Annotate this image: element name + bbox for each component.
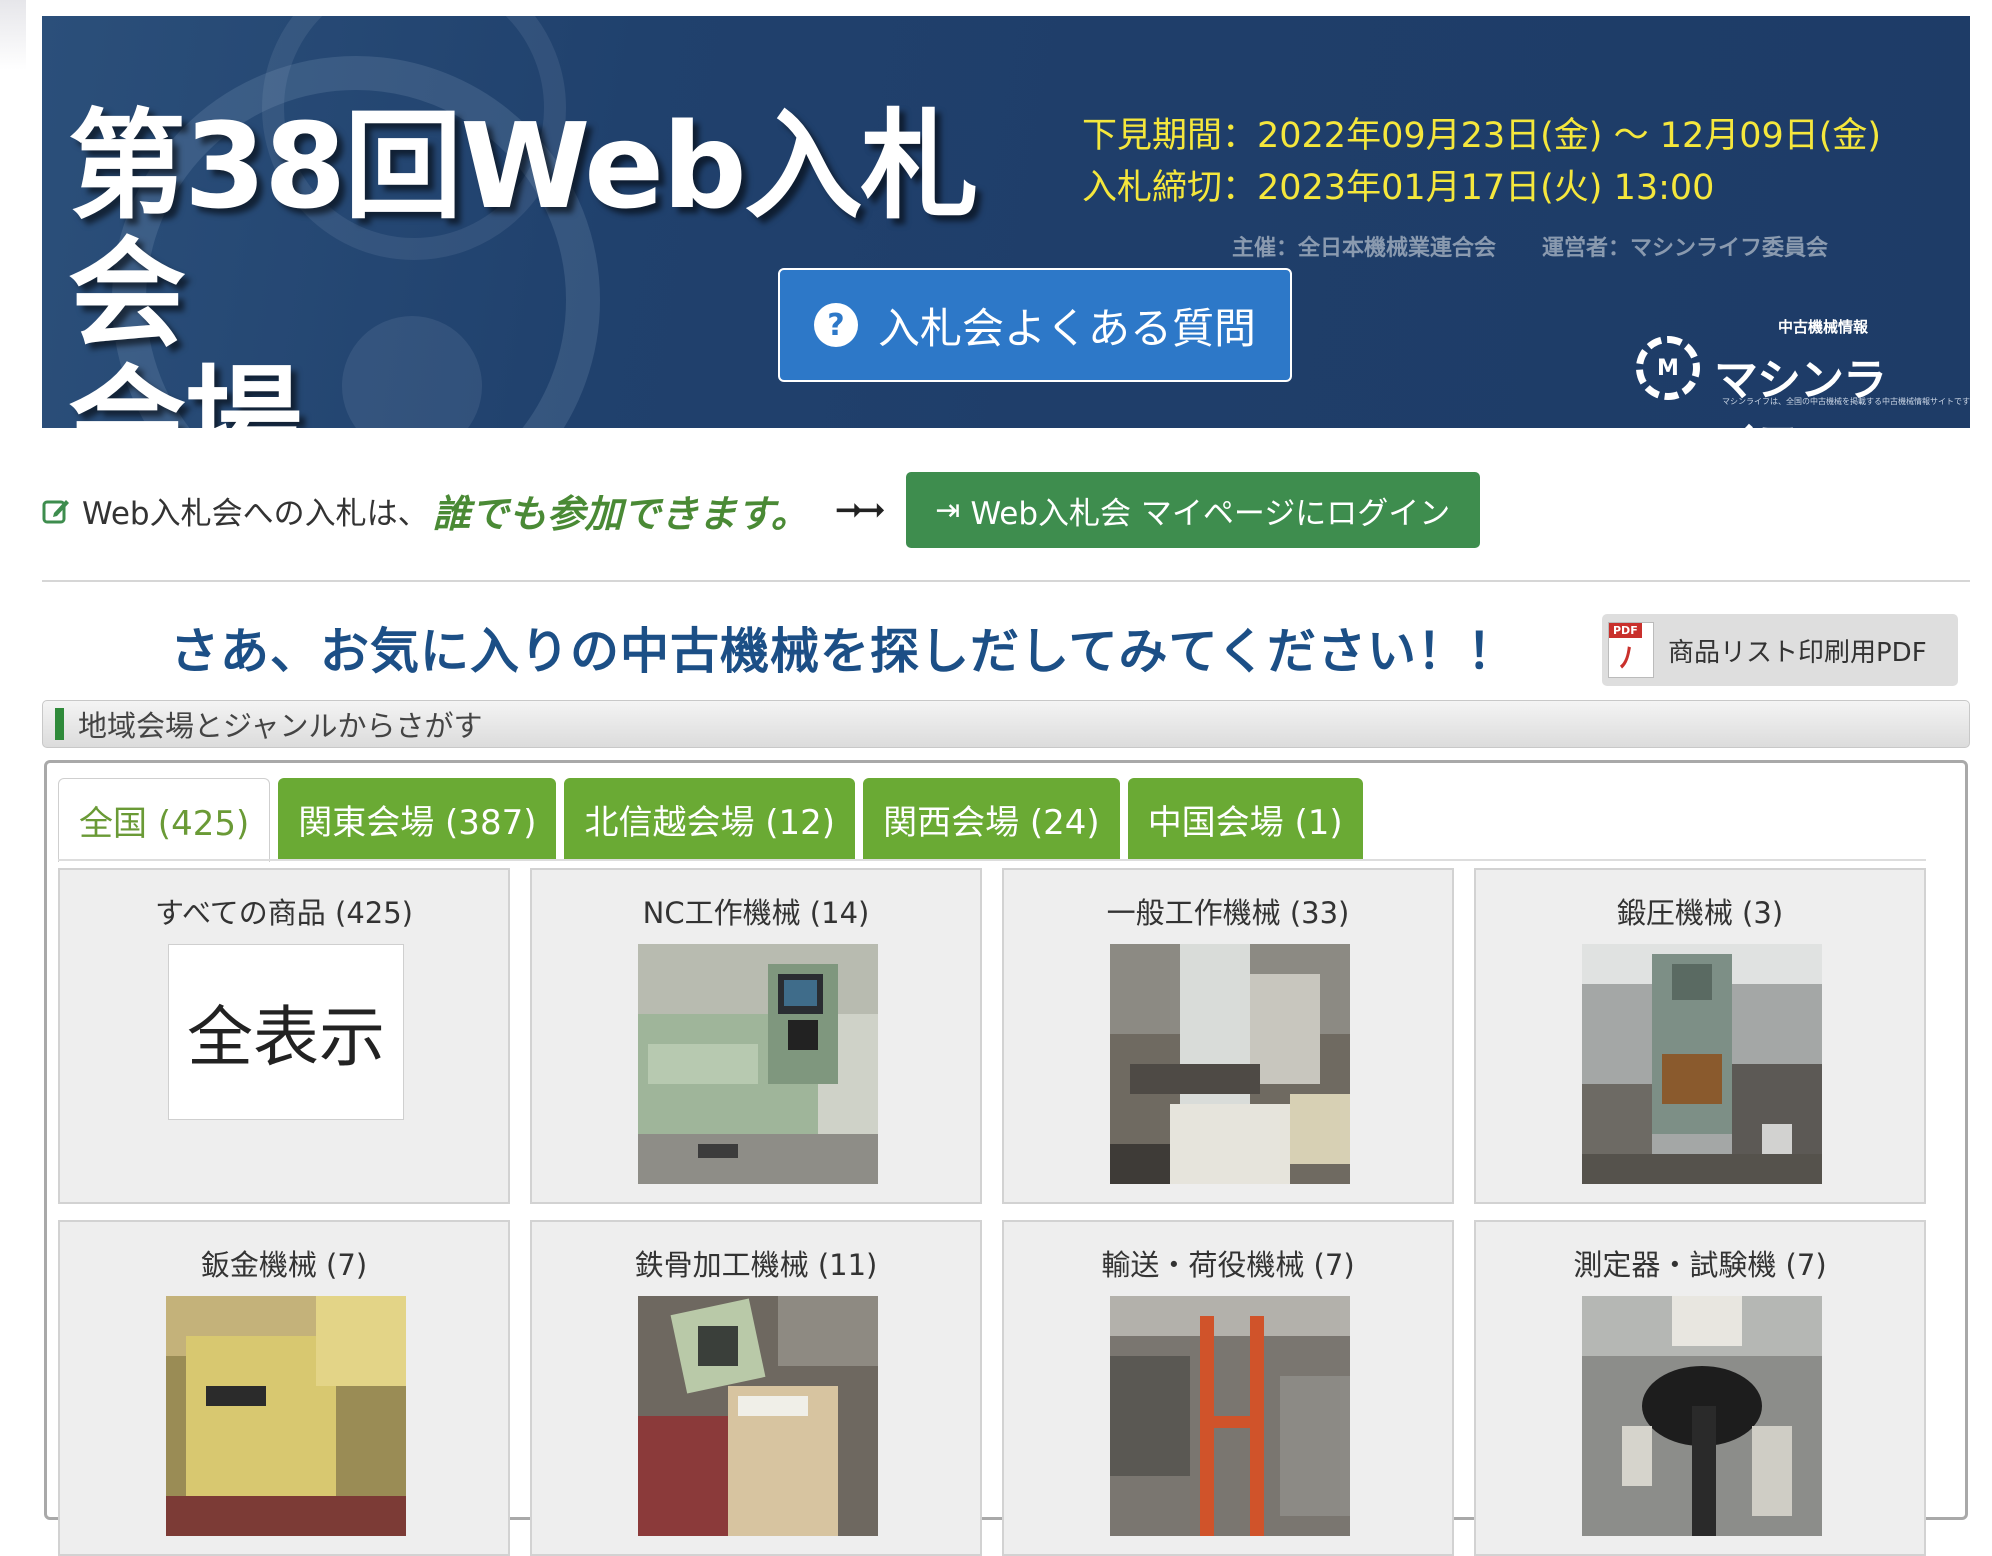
bid-deadline: 入札締切：2023年01月17日(火) 13:00 — [1082, 168, 1715, 208]
left-edge — [0, 0, 26, 1504]
category-card-transport[interactable]: 輸送・荷役機械 (7) — [1002, 1220, 1454, 1556]
pdf-list-button[interactable]: PDF ﾉ 商品リスト印刷用PDF — [1602, 614, 1958, 686]
show-all-thumbnail[interactable]: 全表示 — [168, 944, 404, 1120]
login-button-label: Web入札会 マイページにログイン — [970, 495, 1451, 532]
faq-button[interactable]: ? 入札会よくある質問 — [778, 268, 1292, 382]
login-intro-text: Web入札会への入札は、 — [82, 495, 429, 532]
preview-period: 下見期間：2022年09月23日(金) 〜 12月09日(金) — [1082, 116, 1882, 156]
category-card-sheet-metal[interactable]: 鈑金機械 (7) — [58, 1220, 510, 1556]
edit-icon — [42, 500, 69, 524]
category-title: 鉄骨加工機械 (11) — [634, 1248, 878, 1282]
arrow-right-icon: ➞➞ — [834, 490, 886, 530]
faq-button-label: 入札会よくある質問 — [877, 303, 1256, 353]
tab-kanto[interactable]: 関東会場 (387) — [278, 778, 557, 860]
login-row: Web入札会への入札は、 誰でも参加できます。 ➞➞ ⇥ Web入札会 マイペー… — [42, 472, 1522, 548]
press-machine-photo[interactable] — [1582, 944, 1822, 1184]
organizer-text: 主催：全日本機械業連合会 — [1232, 236, 1497, 261]
measuring-device-photo[interactable] — [1582, 1296, 1822, 1536]
pdf-icon: PDF ﾉ — [1608, 622, 1654, 678]
banner-schedule: 下見期間：2022年09月23日(金) 〜 12月09日(金) 入札締切：202… — [1082, 110, 1881, 214]
category-title: NC工作機械 (14) — [642, 896, 870, 930]
page-headline: さあ、お気に入りの中古機械を探しだしてみてください！！ — [170, 623, 1518, 680]
sheet-metal-photo[interactable] — [166, 1296, 406, 1536]
divider — [42, 580, 1970, 582]
question-icon: ? — [813, 303, 858, 347]
mypage-login-button[interactable]: ⇥ Web入札会 マイページにログイン — [905, 472, 1480, 548]
transport-photo[interactable] — [1110, 1296, 1350, 1536]
category-card-steel-frame[interactable]: 鉄骨加工機械 (11) — [530, 1220, 982, 1556]
milling-machine-photo[interactable] — [1110, 944, 1350, 1184]
pdf-tag: PDF — [1609, 623, 1642, 638]
category-card-measuring[interactable]: 測定器・試験機 (7) — [1474, 1220, 1926, 1556]
machinelife-logo[interactable]: M 中古機械情報 マシンライフ マシンライフは、全国の中古機械を掲載する中古機械… — [1636, 316, 1970, 428]
category-title: 測定器・試験機 (7) — [1573, 1248, 1827, 1282]
tabs-underline — [58, 859, 1926, 861]
section-label: 地域会場とジャンルからさがす — [78, 709, 483, 743]
nc-lathe-photo[interactable] — [638, 944, 878, 1184]
logo-tagline: マシンライフは、全国の中古機械を掲載する中古機械情報サイトです — [1722, 397, 1970, 406]
steel-frame-photo[interactable] — [638, 1296, 878, 1536]
tab-all-regions[interactable]: 全国 (425) — [58, 778, 271, 862]
logo-small-text: 中古機械情報 — [1778, 318, 1869, 336]
category-title: 輸送・荷役機械 (7) — [1101, 1248, 1355, 1282]
operator-text: 運営者：マシンライフ委員会 — [1542, 236, 1829, 261]
sign-in-icon: ⇥ — [935, 492, 961, 528]
category-title: 鈑金機械 (7) — [200, 1248, 368, 1282]
pdf-button-label: 商品リスト印刷用PDF — [1668, 637, 1927, 668]
category-card-nc-machine[interactable]: NC工作機械 (14) — [530, 868, 982, 1204]
tab-chugoku[interactable]: 中国会場 (1) — [1127, 778, 1363, 860]
region-tabs: 全国 (425) 関東会場 (387) 北信越会場 (12) 関西会場 (24)… — [58, 778, 1371, 862]
category-title: 鍛圧機械 (3) — [1616, 896, 1784, 930]
gear-logo-icon: M — [1636, 336, 1700, 400]
category-card-general-machine[interactable]: 一般工作機械 (33) — [1002, 868, 1454, 1204]
category-card-all[interactable]: すべての商品 (425) 全表示 — [58, 868, 510, 1204]
header-banner: 第38回Web入札会 会場 下見期間：2022年09月23日(金) 〜 12月0… — [42, 16, 1970, 428]
category-title: すべての商品 (425) — [154, 896, 413, 930]
tab-kansai[interactable]: 関西会場 (24) — [863, 778, 1120, 860]
category-title: 一般工作機械 (33) — [1106, 896, 1350, 930]
login-emphasis-text: 誰でも参加できます。 — [432, 491, 809, 536]
tab-hokushinetsu[interactable]: 北信越会場 (12) — [564, 778, 856, 860]
logo-name: マシンライフ — [1714, 355, 1887, 428]
banner-organizers: 主催：全日本機械業連合会 運営者：マシンライフ委員会 — [1232, 230, 1828, 262]
section-header: 地域会場とジャンルからさがす — [42, 700, 1970, 748]
category-card-forging-machine[interactable]: 鍛圧機械 (3) — [1474, 868, 1926, 1204]
